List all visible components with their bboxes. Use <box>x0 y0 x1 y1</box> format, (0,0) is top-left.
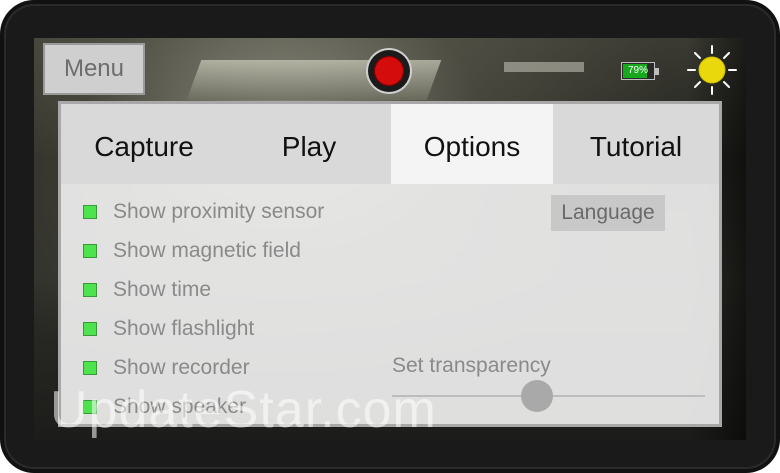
option-label: Show flashlight <box>113 317 255 340</box>
option-label: Show recorder <box>113 356 250 379</box>
tab-options[interactable]: Options <box>391 104 553 184</box>
checkbox[interactable] <box>83 205 97 219</box>
menu-button[interactable]: Menu <box>43 43 145 95</box>
transparency-label: Set transparency <box>392 354 551 377</box>
checkbox[interactable] <box>83 244 97 258</box>
option-label: Show time <box>113 278 212 301</box>
transparency-slider-thumb[interactable] <box>521 380 553 412</box>
watermark: UpdateStar.com <box>50 381 437 439</box>
record-icon <box>374 56 404 86</box>
tab-bar: Capture Play Options Tutorial <box>61 104 719 184</box>
tab-tutorial[interactable]: Tutorial <box>553 104 719 184</box>
brightness-sun-icon[interactable] <box>686 44 738 96</box>
option-label: Show proximity sensor <box>113 200 325 223</box>
tab-capture[interactable]: Capture <box>61 104 227 184</box>
tab-play[interactable]: Play <box>227 104 391 184</box>
checkbox[interactable] <box>83 283 97 297</box>
option-label: Show magnetic field <box>113 239 301 262</box>
battery-level-text: 79% <box>627 65 648 76</box>
checkbox[interactable] <box>83 361 97 375</box>
battery-icon: 79% <box>621 62 659 80</box>
battery-nub <box>655 68 659 75</box>
record-button[interactable] <box>368 50 410 92</box>
language-button[interactable]: Language <box>551 195 665 231</box>
checkbox[interactable] <box>83 322 97 336</box>
options-panel: Capture Play Options Tutorial Show proxi… <box>58 101 722 427</box>
background-beam-2 <box>504 62 584 72</box>
